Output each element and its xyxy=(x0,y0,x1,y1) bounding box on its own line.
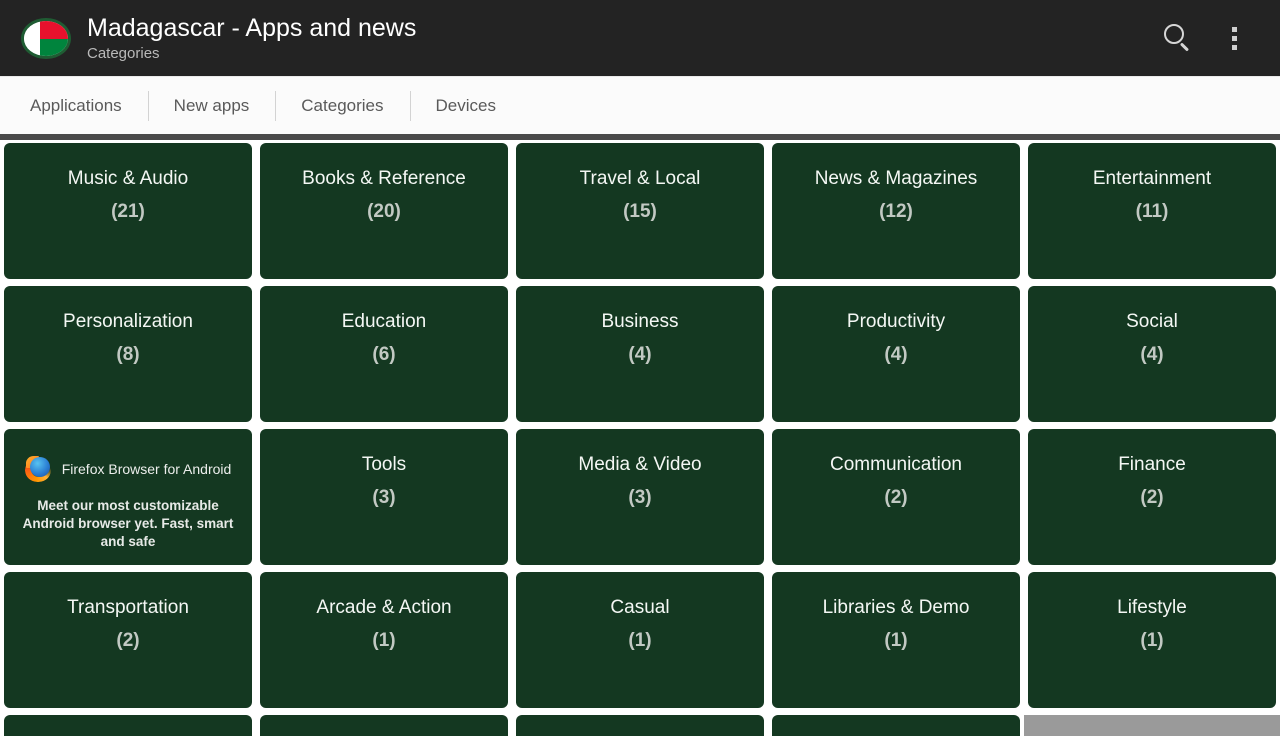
category-tile[interactable] xyxy=(260,715,508,736)
tab-categories[interactable]: Categories xyxy=(275,89,409,123)
tab-label: Applications xyxy=(30,95,122,115)
category-name: Libraries & Demo xyxy=(822,597,970,618)
tab-applications[interactable]: Applications xyxy=(0,89,148,123)
promo-title: Firefox Browser for Android xyxy=(61,461,232,477)
search-button[interactable] xyxy=(1150,0,1206,76)
category-tile[interactable]: Travel & Local (15) xyxy=(516,143,764,279)
app-root: Madagascar - Apps and news Categories Ap… xyxy=(0,0,1280,736)
flag-green-band xyxy=(39,38,68,56)
category-tile[interactable]: Productivity (4) xyxy=(772,286,1020,422)
category-count: (4) xyxy=(628,344,652,365)
tab-devices[interactable]: Devices xyxy=(409,89,522,123)
category-name: Travel & Local xyxy=(579,168,701,189)
grid-row: Music & Audio (21) Books & Reference (20… xyxy=(2,143,1278,279)
tab-bar: Applications New apps Categories Devices xyxy=(0,76,1280,134)
category-grid: Music & Audio (21) Books & Reference (20… xyxy=(0,140,1280,736)
category-name: Casual xyxy=(610,597,670,618)
page-subtitle: Categories xyxy=(87,44,160,62)
category-tile[interactable]: Arcade & Action (1) xyxy=(260,572,508,708)
grid-row: Firefox Browser for Android Meet our mos… xyxy=(2,429,1278,565)
firefox-logo-icon xyxy=(24,455,53,483)
category-name: Business xyxy=(601,311,679,332)
flag-oval-shape xyxy=(21,18,71,59)
tab-new-apps[interactable]: New apps xyxy=(147,89,276,123)
category-count: (3) xyxy=(628,487,652,508)
category-tile[interactable]: Casual (1) xyxy=(516,572,764,708)
category-tile[interactable] xyxy=(516,715,764,736)
category-name: Music & Audio xyxy=(67,168,189,189)
header-title-block: Madagascar - Apps and news Categories xyxy=(87,14,1150,63)
category-count: (6) xyxy=(372,344,396,365)
category-name: News & Magazines xyxy=(814,168,978,189)
category-tile[interactable] xyxy=(772,715,1020,736)
category-count: (1) xyxy=(884,630,908,651)
category-count: (1) xyxy=(1140,630,1164,651)
tab-label: New apps xyxy=(173,95,250,115)
category-count: (11) xyxy=(1135,201,1169,222)
search-icon xyxy=(1163,23,1193,53)
category-count: (4) xyxy=(1140,344,1164,365)
category-name: Arcade & Action xyxy=(316,597,452,618)
category-count: (4) xyxy=(884,344,908,365)
category-name: Education xyxy=(341,311,427,332)
category-name: Media & Video xyxy=(578,454,702,475)
category-tile[interactable]: Media & Video (3) xyxy=(516,429,764,565)
flag-white-band xyxy=(24,21,40,56)
app-header-bar: Madagascar - Apps and news Categories xyxy=(0,0,1280,76)
category-tile[interactable]: Education (6) xyxy=(260,286,508,422)
category-name: Communication xyxy=(830,454,962,475)
category-name: Productivity xyxy=(846,311,946,332)
category-count: (3) xyxy=(372,487,396,508)
grid-row: Personalization (8) Education (6) Busine… xyxy=(2,286,1278,422)
promo-header: Firefox Browser for Android xyxy=(4,455,252,483)
category-tile[interactable]: Books & Reference (20) xyxy=(260,143,508,279)
firefox-promo-tile[interactable]: Firefox Browser for Android Meet our mos… xyxy=(4,429,252,565)
category-tile[interactable]: Business (4) xyxy=(516,286,764,422)
category-tile[interactable]: Finance (2) xyxy=(1028,429,1276,565)
page-title: Madagascar - Apps and news xyxy=(87,13,417,42)
tab-label: Categories xyxy=(301,95,384,115)
category-tile[interactable]: Music & Audio (21) xyxy=(4,143,252,279)
tab-label: Devices xyxy=(435,95,496,115)
category-tile[interactable] xyxy=(4,715,252,736)
category-tile[interactable]: Tools (3) xyxy=(260,429,508,565)
category-count: (15) xyxy=(623,201,657,222)
category-tile[interactable]: Personalization (8) xyxy=(4,286,252,422)
category-count: (1) xyxy=(372,630,396,651)
promo-description: Meet our most customizable Android brows… xyxy=(22,498,234,549)
category-tile[interactable]: Social (4) xyxy=(1028,286,1276,422)
category-count: (8) xyxy=(116,344,140,365)
category-tile[interactable]: Transportation (2) xyxy=(4,572,252,708)
grid-row: Transportation (2) Arcade & Action (1) C… xyxy=(2,572,1278,708)
bottom-right-gray-overlay xyxy=(1024,715,1280,736)
category-name: Tools xyxy=(361,454,407,475)
category-name: Entertainment xyxy=(1092,168,1212,189)
category-count: (2) xyxy=(884,487,908,508)
overflow-menu-button[interactable] xyxy=(1206,0,1262,76)
category-name: Social xyxy=(1126,311,1178,332)
overflow-menu-icon xyxy=(1231,26,1237,50)
category-tile[interactable]: Libraries & Demo (1) xyxy=(772,572,1020,708)
category-name: Finance xyxy=(1118,454,1186,475)
category-count: (12) xyxy=(879,201,913,222)
category-tile[interactable]: News & Magazines (12) xyxy=(772,143,1020,279)
category-count: (21) xyxy=(111,201,145,222)
category-count: (2) xyxy=(1140,487,1164,508)
category-name: Personalization xyxy=(63,311,193,332)
flag-red-band xyxy=(39,21,68,39)
category-tile[interactable]: Lifestyle (1) xyxy=(1028,572,1276,708)
category-name: Lifestyle xyxy=(1117,597,1187,618)
category-name: Transportation xyxy=(67,597,189,618)
category-name: Books & Reference xyxy=(302,168,466,189)
category-count: (2) xyxy=(116,630,140,651)
category-count: (20) xyxy=(367,201,401,222)
header-actions xyxy=(1150,0,1262,76)
category-count: (1) xyxy=(628,630,652,651)
category-tile[interactable]: Communication (2) xyxy=(772,429,1020,565)
category-tile[interactable]: Entertainment (11) xyxy=(1028,143,1276,279)
madagascar-flag-icon xyxy=(19,11,73,65)
